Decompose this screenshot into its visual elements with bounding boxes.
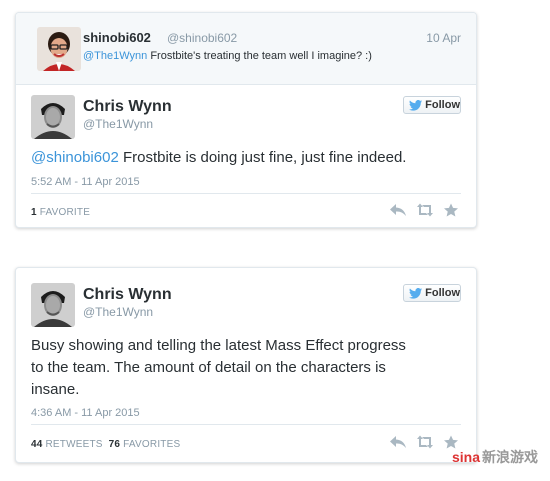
retweets-count: 44	[31, 439, 43, 450]
retweet-icon[interactable]	[416, 203, 434, 217]
reply-date[interactable]: 10 Apr	[426, 31, 461, 45]
retweets-label[interactable]: RETWEETS	[46, 439, 103, 450]
tweet-actions	[389, 435, 461, 449]
author-name[interactable]: Chris Wynn	[83, 286, 172, 304]
watermark-text: 新浪游戏	[482, 449, 538, 465]
divider	[31, 193, 461, 194]
tweet-card-2: Chris Wynn @The1Wynn Follow Busy showing…	[15, 267, 477, 463]
follow-button[interactable]: Follow	[403, 284, 461, 302]
reply-mention-link[interactable]: @The1Wynn	[83, 50, 147, 62]
reply-icon[interactable]	[389, 203, 407, 217]
tweet-line: insane.	[31, 381, 80, 398]
twitter-bird-icon	[409, 287, 423, 299]
chris-wynn-avatar[interactable]	[31, 95, 75, 139]
favorites-label[interactable]: FAVORITE	[40, 207, 90, 218]
in-reply-to-tweet: shinobi602 @shinobi602 10 Apr @The1Wynn …	[16, 13, 476, 85]
tweet-actions	[389, 203, 461, 217]
follow-button[interactable]: Follow	[403, 96, 461, 114]
favorites-count: 76	[108, 439, 121, 450]
reply-body: Frostbite's treating the team well I ima…	[147, 50, 372, 62]
shinobi602-avatar[interactable]	[37, 27, 81, 71]
twitter-bird-icon	[409, 99, 423, 111]
tweet-stats: 44 RETWEETS 76 FAVORITES	[31, 439, 180, 450]
mention-link[interactable]: @shinobi602	[31, 149, 119, 166]
divider	[31, 424, 461, 425]
reply-author-name[interactable]: shinobi602	[83, 30, 151, 45]
follow-label: Follow	[425, 99, 460, 111]
tweet-line: to the team. The amount of detail on the…	[31, 359, 386, 376]
author-handle[interactable]: @The1Wynn	[83, 117, 153, 131]
tweet-text: Busy showing and telling the latest Mass…	[31, 335, 471, 401]
tweet-text: @shinobi602 Frostbite is doing just fine…	[31, 147, 461, 169]
reply-text: @The1Wynn Frostbite's treating the team …	[83, 50, 372, 62]
tweet-line: Busy showing and telling the latest Mass…	[31, 337, 406, 354]
follow-label: Follow	[425, 287, 460, 299]
retweet-icon[interactable]	[416, 435, 434, 449]
tweet-timestamp[interactable]: 5:52 AM - 11 Apr 2015	[31, 176, 140, 188]
favorites-count: 1	[31, 207, 37, 218]
favorite-icon[interactable]	[443, 203, 461, 217]
tweet-stats: 1 FAVORITE	[31, 207, 90, 218]
sina-watermark: sina 新浪游戏	[452, 447, 538, 467]
tweet-timestamp[interactable]: 4:36 AM - 11 Apr 2015	[31, 407, 140, 419]
author-name[interactable]: Chris Wynn	[83, 98, 172, 116]
chris-wynn-avatar[interactable]	[31, 283, 75, 327]
sina-logo: sina	[451, 449, 480, 465]
reply-author-handle[interactable]: @shinobi602	[167, 31, 237, 45]
tweet-body: Frostbite is doing just fine, just fine …	[118, 149, 407, 166]
author-handle[interactable]: @The1Wynn	[83, 305, 153, 319]
reply-icon[interactable]	[389, 435, 407, 449]
favorites-label[interactable]: FAVORITES	[123, 439, 180, 450]
tweet-card-1: shinobi602 @shinobi602 10 Apr @The1Wynn …	[15, 12, 477, 228]
